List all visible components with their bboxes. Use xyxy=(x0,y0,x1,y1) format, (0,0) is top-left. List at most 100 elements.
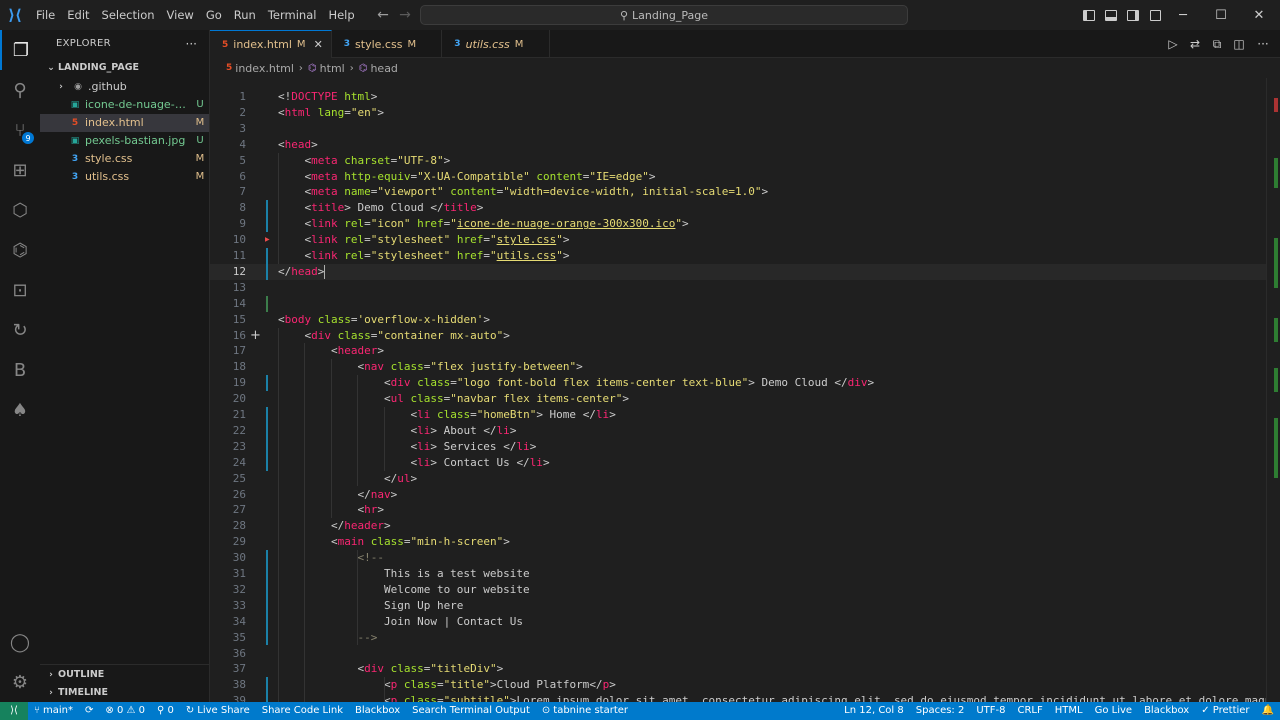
search-terminal-output-item[interactable]: Search Terminal Output xyxy=(406,702,536,720)
mongodb-leaf-icon[interactable]: ♠ xyxy=(0,390,40,430)
menu-view[interactable]: View xyxy=(161,0,200,30)
search-icon[interactable]: ⚲ xyxy=(0,70,40,110)
menu-go[interactable]: Go xyxy=(200,0,228,30)
sync-item[interactable]: ⟳ xyxy=(79,702,99,720)
accounts-icon[interactable]: ◯ xyxy=(0,622,40,662)
menu-selection[interactable]: Selection xyxy=(96,0,161,30)
toggle-secondary-sidebar-icon[interactable] xyxy=(1122,0,1144,30)
code-line[interactable]: 25 </ul> xyxy=(210,471,1280,487)
more-actions-icon[interactable]: ··· xyxy=(186,37,197,51)
code-line[interactable]: 23 <li> Services </li> xyxy=(210,439,1280,455)
file-tree-item[interactable]: › ◉ .github xyxy=(40,78,209,96)
gutter-deleted-marker[interactable]: ▶ xyxy=(265,236,270,243)
menu-run[interactable]: Run xyxy=(228,0,262,30)
code-line[interactable]: 18 <nav class="flex justify-between"> xyxy=(210,359,1280,375)
git-branch-item[interactable]: ⑂ main* xyxy=(28,702,79,720)
code-line[interactable]: 21 <li class="homeBtn"> Home </li> xyxy=(210,407,1280,423)
run-icon[interactable]: ▷ xyxy=(1162,30,1184,58)
code-line[interactable]: 19 <div class="logo font-bold flex items… xyxy=(210,375,1280,391)
code-line[interactable]: 10 <link rel="stylesheet" href="style.cs… xyxy=(210,232,1280,248)
breadcrumb-item-html[interactable]: html xyxy=(320,62,345,75)
code-editor[interactable]: 1 <!DOCTYPE html> 2 <html lang="en"> 3 4 <head… xyxy=(210,78,1280,702)
open-preview-icon[interactable]: ⧉ xyxy=(1206,30,1228,58)
containers-icon[interactable]: ⬡ xyxy=(0,190,40,230)
toggle-panel-icon[interactable] xyxy=(1100,0,1122,30)
compare-changes-icon[interactable]: ⇄ xyxy=(1184,30,1206,58)
indentation-item[interactable]: Spaces: 2 xyxy=(910,702,971,720)
code-line[interactable]: 6 <meta http-equiv="X-UA-Compatible" con… xyxy=(210,169,1280,185)
tab-style-css[interactable]: 3style.cssM✕ xyxy=(332,30,443,58)
menu-edit[interactable]: Edit xyxy=(61,0,95,30)
code-line[interactable]: 22 <li> About </li> xyxy=(210,423,1280,439)
blackbox-status-item[interactable]: Blackbox xyxy=(1138,702,1195,720)
gutter-change-marker[interactable] xyxy=(266,295,268,312)
close-tab-icon[interactable]: ✕ xyxy=(314,38,323,51)
menu-terminal[interactable]: Terminal xyxy=(262,0,323,30)
maximize-icon[interactable]: ☐ xyxy=(1202,0,1240,30)
gutter-change-marker[interactable] xyxy=(266,375,268,392)
gutter-change-marker[interactable] xyxy=(266,550,268,646)
toggle-primary-sidebar-icon[interactable] xyxy=(1078,0,1100,30)
blackbox-item[interactable]: Blackbox xyxy=(349,702,406,720)
menu-file[interactable]: File xyxy=(30,0,61,30)
tabnine-item[interactable]: ⊙ tabnine starter xyxy=(536,702,634,720)
code-line[interactable]: 20 <ul class="navbar flex items-center"> xyxy=(210,391,1280,407)
gutter-change-marker[interactable] xyxy=(266,248,268,280)
file-tree-item[interactable]: 3 utils.css M xyxy=(40,168,209,186)
breadcrumb-item-head[interactable]: head xyxy=(370,62,397,75)
notifications-icon[interactable]: 🔔 xyxy=(1256,702,1280,720)
remote-indicator-icon[interactable]: ⟩⟨ xyxy=(0,702,28,720)
eol-item[interactable]: CRLF xyxy=(1012,702,1049,720)
extensions-icon[interactable]: ⊞ xyxy=(0,150,40,190)
gutter-change-marker[interactable] xyxy=(266,200,268,233)
python-icon[interactable]: ⌬ xyxy=(0,230,40,270)
more-actions-icon[interactable]: ··· xyxy=(1252,30,1274,58)
code-line[interactable]: 39 <p class="subtitle">Lorem ipsum dolor… xyxy=(210,693,1280,702)
editor-scrollbar[interactable] xyxy=(1266,78,1280,702)
code-line[interactable]: 11 <link rel="stylesheet" href="utils.cs… xyxy=(210,248,1280,264)
tab-utils-css[interactable]: 3utils.cssM✕ xyxy=(442,30,550,58)
code-line[interactable]: 12 </head> xyxy=(210,263,1280,280)
code-line[interactable]: 3 xyxy=(210,121,1280,137)
remote-explorer-icon[interactable]: ⊡ xyxy=(0,270,40,310)
file-tree-item[interactable]: 5 index.html M xyxy=(40,114,209,132)
live-share-icon[interactable]: ↻ xyxy=(0,310,40,350)
code-line[interactable]: 29 <main class="min-h-screen"> xyxy=(210,534,1280,550)
close-window-icon[interactable]: ✕ xyxy=(1240,0,1278,30)
code-line[interactable]: 37 <div class="titleDiv"> xyxy=(210,661,1280,677)
split-editor-icon[interactable]: ◫ xyxy=(1228,30,1250,58)
cursor-position-item[interactable]: Ln 12, Col 8 xyxy=(838,702,910,720)
prettier-item[interactable]: ✓ Prettier xyxy=(1195,702,1255,720)
gutter-change-marker[interactable] xyxy=(266,407,268,471)
language-mode-item[interactable]: HTML xyxy=(1049,702,1089,720)
add-comment-icon[interactable]: + xyxy=(250,328,261,344)
code-line[interactable]: 34 Join Now | Contact Us xyxy=(210,614,1280,630)
back-arrow-icon[interactable]: ← xyxy=(372,7,394,23)
code-line[interactable]: 14 xyxy=(210,296,1280,312)
file-tree-item[interactable]: ▣ icone-de-nuage-or... U xyxy=(40,96,209,114)
timeline-section-header[interactable]: › TIMELINE xyxy=(40,683,210,703)
code-line[interactable]: 7 <meta name="viewport" content="width=d… xyxy=(210,184,1280,200)
share-code-link-item[interactable]: Share Code Link xyxy=(256,702,349,720)
minimize-icon[interactable]: ─ xyxy=(1164,0,1202,30)
code-line[interactable]: 38 <p class="title">Cloud Platform</p> xyxy=(210,677,1280,693)
code-line[interactable]: 24 <li> Contact Us </li> xyxy=(210,455,1280,471)
code-line[interactable]: 17 <header> xyxy=(210,343,1280,359)
code-line[interactable]: 30 <!-- xyxy=(210,550,1280,566)
settings-gear-icon[interactable]: ⚙ xyxy=(0,662,40,702)
code-line[interactable]: 5 <meta charset="UTF-8"> xyxy=(210,153,1280,169)
code-line[interactable]: 27 <hr> xyxy=(210,502,1280,518)
code-line[interactable]: 26 </nav> xyxy=(210,487,1280,503)
ports-item[interactable]: ⚲ 0 xyxy=(151,702,180,720)
code-line[interactable]: 8 <title> Demo Cloud </title> xyxy=(210,200,1280,216)
menu-help[interactable]: Help xyxy=(322,0,360,30)
code-line[interactable]: 31 This is a test website xyxy=(210,566,1280,582)
encoding-item[interactable]: UTF-8 xyxy=(970,702,1011,720)
customize-layout-icon[interactable] xyxy=(1144,0,1166,30)
gutter-change-marker[interactable] xyxy=(266,677,268,702)
file-tree-item[interactable]: ▣ pexels-bastian.jpg U xyxy=(40,132,209,150)
code-line[interactable]: 35 --> xyxy=(210,630,1280,646)
root-folder-header[interactable]: ⌄ LANDING_PAGE xyxy=(40,58,209,78)
breadcrumb-item-file[interactable]: index.html xyxy=(235,62,294,75)
explorer-icon[interactable]: ❐ xyxy=(0,30,40,70)
